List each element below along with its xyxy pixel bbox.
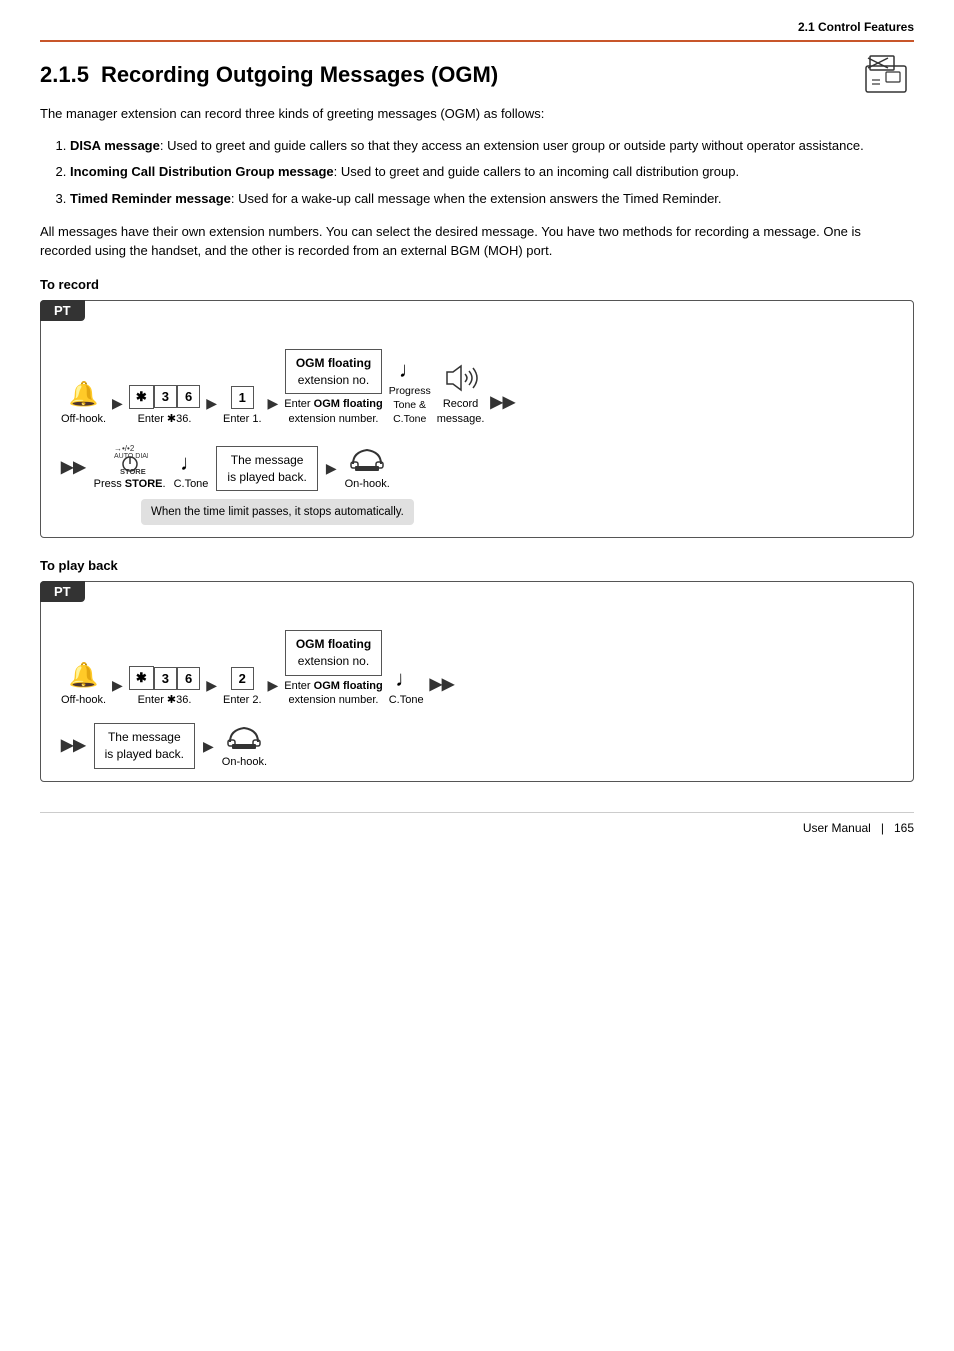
key-1: 1 (231, 386, 254, 409)
para-text: All messages have their own extension nu… (40, 222, 914, 261)
store-icon: →•/•2 AUTO DIAL STORE (112, 440, 148, 474)
message-played-box: The message is played back. (216, 446, 317, 492)
arrow-double-1: ▶▶ (490, 392, 515, 426)
arr-pb-dbl: ▶▶ (430, 674, 455, 708)
arrow-1: ▶ (112, 395, 123, 426)
step-pb-star36: ✱ 3 6 Enter ✱36. (129, 666, 200, 707)
arrow-double-2: ▶▶ (61, 457, 86, 491)
step-onhook: On-hook. (345, 444, 390, 491)
step-offhook: 🔔 Off-hook. (61, 380, 106, 426)
step-progress-tone: ♩ Progress Tone & C.Tone (389, 359, 431, 427)
section-header: 2.1 Control Features (40, 20, 914, 42)
step-pb-onhook: On-hook. (222, 722, 267, 769)
step-pb-enter2: 2 Enter 2. (223, 667, 262, 707)
arr-pb-3: ▶ (268, 677, 279, 708)
step-ogm: OGM floating extension no. Enter OGM flo… (284, 349, 382, 426)
to-record-diagram: PT 🔔 Off-hook. ▶ ✱ 3 6 Enter ✱36. ▶ (40, 300, 914, 539)
bullet-item-2: Incoming Call Distribution Group message… (70, 162, 914, 183)
onhook-icon (349, 444, 385, 474)
section-title: 2.1.5 Recording Outgoing Messages (OGM) (40, 62, 858, 88)
key-6: 6 (177, 385, 200, 408)
key-pb-6: 6 (177, 667, 200, 690)
key-pb-star: ✱ (129, 666, 154, 690)
bullet-item-3: Timed Reminder message: Used for a wake-… (70, 189, 914, 210)
arrow-4: ▶ (326, 460, 337, 491)
pb-onhook-icon (226, 722, 262, 752)
to-play-back-diagram: PT 🔔 Off-hook. ▶ ✱ 3 6 Enter ✱36. ▶ (40, 581, 914, 781)
section-header-text: 2.1 Control Features (798, 20, 914, 34)
key-pb-3: 3 (154, 667, 177, 690)
arr-pb-1: ▶ (112, 677, 123, 708)
speaker-icon (439, 362, 483, 394)
note-bubble: When the time limit passes, it stops aut… (141, 499, 414, 525)
step-record-msg: Record message. (437, 362, 485, 426)
page-footer: User Manual | 165 (40, 812, 914, 835)
arrow-2: ▶ (206, 395, 217, 426)
arr-pb-4: ▶ (203, 738, 214, 769)
fax-icon (858, 52, 914, 96)
intro-text: The manager extension can record three k… (40, 104, 914, 124)
arr-pb-2: ▶ (206, 677, 217, 708)
step-enter1: 1 Enter 1. (223, 386, 262, 426)
ogm-pb-box: OGM floating extension no. (285, 630, 382, 676)
step-pb-ogm: OGM floating extension no. Enter OGM flo… (284, 630, 382, 707)
ctone-note-icon: ♩ (180, 452, 202, 474)
step-store: →•/•2 AUTO DIAL STORE Press STORE. (94, 440, 166, 491)
key-star36: ✱ 3 6 (129, 385, 200, 409)
svg-text:STORE: STORE (120, 467, 146, 474)
pb-message-box: The message is played back. (94, 723, 195, 769)
step-ctone: ♩ C.Tone (174, 452, 209, 491)
step-pb-offhook: 🔔 Off-hook. (61, 661, 106, 707)
key-pb-2: 2 (231, 667, 254, 690)
bullet-list: DISA message: Used to greet and guide ca… (70, 136, 914, 210)
step-pb-message: The message is played back. (94, 723, 195, 769)
key-3: 3 (154, 385, 177, 408)
svg-text:→•/•2: →•/•2 (114, 444, 135, 453)
to-record-heading: To record (40, 277, 914, 292)
key-pb-star36: ✱ 3 6 (129, 666, 200, 690)
pt-label-record: PT (40, 300, 85, 321)
step-pb-ctone: ♩ C.Tone (389, 668, 424, 707)
phone-offhook-icon: 🔔 (69, 380, 99, 409)
arrow-3: ▶ (268, 395, 279, 426)
step-message-played: The message is played back. (216, 446, 317, 492)
ogm-box: OGM floating extension no. (285, 349, 382, 395)
music-note-icon: ♩ (399, 359, 421, 381)
key-star: ✱ (129, 385, 154, 409)
arr-pb-dbl2: ▶▶ (61, 735, 86, 769)
to-play-back-heading: To play back (40, 558, 914, 573)
phone-pb-icon: 🔔 (69, 661, 99, 690)
pb-ctone-note-icon: ♩ (395, 668, 417, 690)
bullet-item-1: DISA message: Used to greet and guide ca… (70, 136, 914, 157)
pt-label-play: PT (40, 581, 85, 602)
step-enter-star36: ✱ 3 6 Enter ✱36. (129, 385, 200, 426)
